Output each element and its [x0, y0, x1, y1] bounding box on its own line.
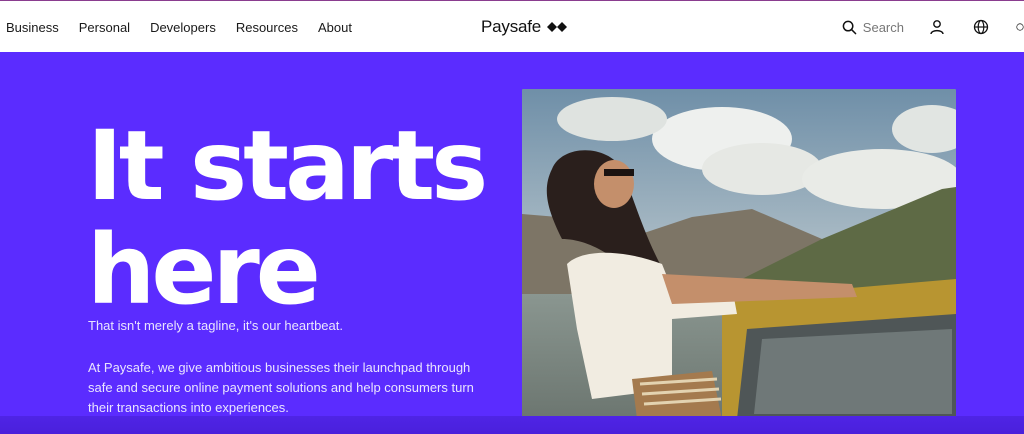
globe-icon[interactable]: [972, 18, 990, 36]
nav-item-personal[interactable]: Personal: [79, 20, 130, 35]
top-navigation-bar: Business Personal Developers Resources A…: [0, 0, 1024, 52]
hero-headline-line-1: It starts: [87, 110, 488, 222]
search-label: Search: [862, 19, 904, 35]
paysafe-logo[interactable]: Paysafe: [481, 14, 568, 40]
hero-body-text: At Paysafe, we give ambitious businesses…: [88, 360, 474, 415]
brand-name: Paysafe: [481, 17, 542, 36]
partial-icon[interactable]: [1016, 18, 1024, 36]
hero-headline: It starts here: [87, 114, 507, 322]
search-icon: [842, 20, 857, 34]
hero-headline-line-2: here: [87, 214, 321, 326]
nav-item-about[interactable]: About: [318, 20, 352, 35]
nav-item-developers[interactable]: Developers: [150, 20, 216, 35]
horizontal-scrollbar[interactable]: [0, 416, 1024, 434]
primary-nav: Business Personal Developers Resources A…: [0, 1, 366, 53]
hero-tagline: That isn't merely a tagline, it's our he…: [88, 318, 343, 333]
nav-item-business[interactable]: Business: [6, 20, 59, 35]
paysafe-diamond-mark-icon: [547, 21, 568, 33]
header-tools: Search: [842, 1, 1024, 53]
nav-item-resources[interactable]: Resources: [236, 20, 298, 35]
search-button[interactable]: Search: [842, 20, 904, 35]
hero-section: It starts here That isn't merely a tagli…: [0, 52, 1024, 434]
hero-photo: [522, 89, 956, 419]
user-icon[interactable]: [928, 18, 946, 36]
